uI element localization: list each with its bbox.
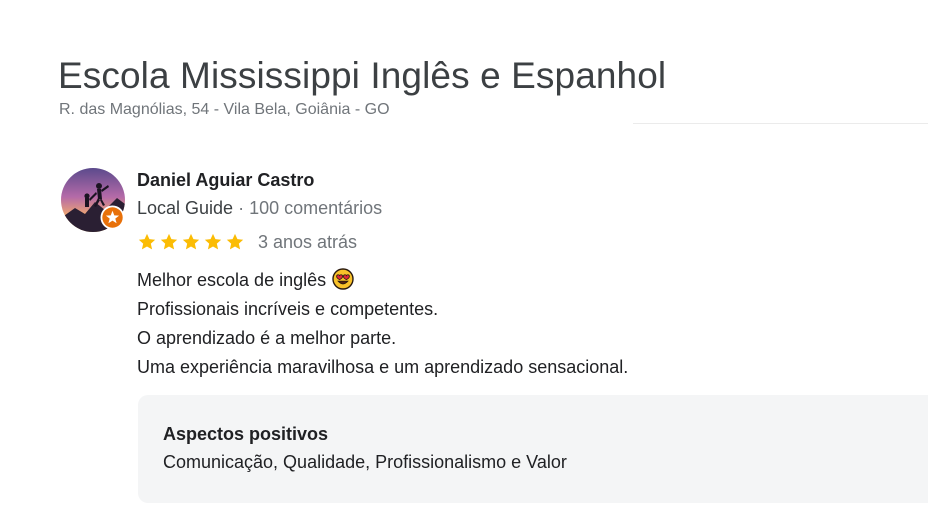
review-line: O aprendizado é a melhor parte. bbox=[137, 328, 397, 348]
positive-aspects-title: Aspectos positivos bbox=[163, 424, 329, 444]
place-address: R. das Magnólias, 54 - Vila Bela, Goiâni… bbox=[59, 101, 390, 118]
star-icon bbox=[160, 233, 178, 250]
place-title[interactable]: Escola Mississippi Inglês e Espanhol bbox=[58, 55, 666, 97]
heart-eyes-emoji-icon bbox=[332, 268, 354, 290]
avatar[interactable] bbox=[61, 168, 125, 232]
review-line: Profissionais incríveis e competentes. bbox=[137, 299, 439, 319]
local-guide-badge-icon bbox=[100, 205, 125, 230]
positive-aspects-panel: Aspectos positivos Comunicação, Qualidad… bbox=[138, 395, 928, 503]
reviewer-meta: Local Guide · 100 comentários bbox=[137, 198, 382, 219]
review-date: 3 anos atrás bbox=[258, 231, 358, 252]
star-icon bbox=[182, 233, 200, 250]
star-icon bbox=[226, 233, 244, 250]
meta-separator: · bbox=[238, 198, 245, 218]
rating-row: 3 anos atrás bbox=[137, 230, 357, 254]
reviewer-name[interactable]: Daniel Aguiar Castro bbox=[137, 170, 314, 191]
review-line: Melhor escola de inglês bbox=[137, 266, 628, 295]
positive-aspects-values: Comunicação, Qualidade, Profissionalismo… bbox=[163, 452, 567, 472]
divider bbox=[633, 123, 928, 124]
review-page: Escola Mississippi Inglês e Espanhol R. … bbox=[0, 0, 928, 506]
review-count[interactable]: 100 comentários bbox=[249, 198, 382, 218]
review-text: Melhor escola de inglês Profissionais in… bbox=[137, 266, 628, 382]
star-rating bbox=[137, 232, 245, 252]
review-line: Uma experiência maravilhosa e um aprendi… bbox=[137, 357, 629, 377]
local-guide-label: Local Guide bbox=[137, 198, 234, 218]
star-icon bbox=[138, 233, 156, 250]
star-icon bbox=[204, 233, 222, 250]
